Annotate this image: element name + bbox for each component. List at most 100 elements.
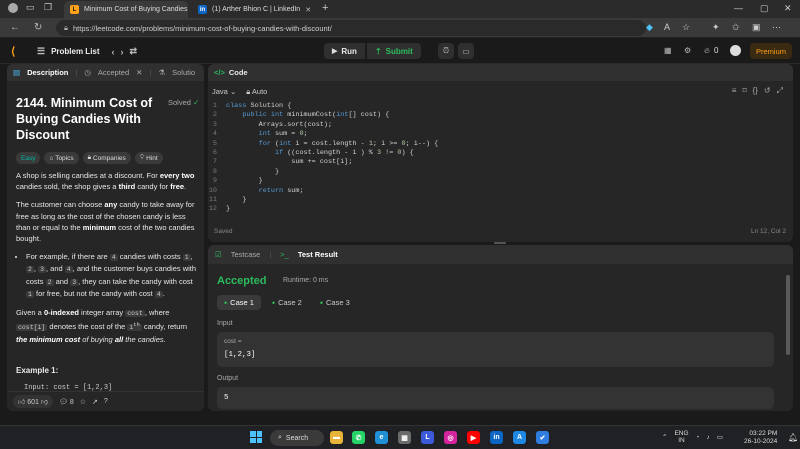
file-explorer-icon[interactable]: ▬ xyxy=(330,431,343,444)
edge-icon[interactable]: e xyxy=(375,431,388,444)
tab-actions-icon[interactable]: ❐ xyxy=(44,2,52,13)
code-line[interactable]: 7 sum += cost[i]; xyxy=(208,158,793,167)
case-2-tab[interactable]: • Case 2 xyxy=(265,295,309,310)
line-number: 8 xyxy=(212,167,217,176)
wifi-icon[interactable]: ◔ xyxy=(696,434,700,441)
topics-chip[interactable]: ⌂ Topics xyxy=(44,152,79,164)
help-icon[interactable]: ? xyxy=(104,398,108,405)
back-icon[interactable]: ← xyxy=(10,22,20,33)
submit-button[interactable]: ⇡ Submit xyxy=(366,43,421,59)
chevron-up-icon[interactable]: ⌃ xyxy=(662,433,667,441)
code-line[interactable]: 4 int sum = 0; xyxy=(208,130,793,139)
code-panel: </> Code Java ⌄ 🔒︎ Auto ≡ ⌑ {} ↺ ⤢ 1 clas… xyxy=(208,64,793,242)
close-icon[interactable]: ✕ xyxy=(136,68,142,77)
like-count: 601 xyxy=(27,399,39,406)
fullscreen-icon[interactable]: ⤢ xyxy=(777,86,783,96)
tab-description[interactable]: Description xyxy=(27,68,68,77)
browser-tab-leetcode[interactable]: L Minimum Cost of Buying Candies ✕ xyxy=(64,1,188,18)
resize-handle[interactable] xyxy=(494,242,506,244)
tab-testcase[interactable]: Testcase xyxy=(231,250,261,259)
instagram-icon[interactable]: ◎ xyxy=(444,431,457,444)
extensions-icon[interactable]: ✦ xyxy=(712,22,720,33)
linkedin-taskbar-icon[interactable]: in xyxy=(490,431,503,444)
volume-icon[interactable]: ♪ xyxy=(706,434,709,441)
star-icon[interactable]: ☆ xyxy=(80,398,86,406)
streak-fire-icon[interactable]: 🔥︎ xyxy=(704,46,710,56)
like-button[interactable]: 👍︎ 601 👎︎ xyxy=(13,395,54,408)
braces-icon[interactable]: {} xyxy=(753,86,758,96)
favorite-icon[interactable]: ☆ xyxy=(682,22,690,33)
leetcode-logo-icon[interactable]: ⟨ xyxy=(11,45,15,58)
format-icon[interactable]: ≡ xyxy=(732,86,737,96)
store-icon[interactable]: ▦ xyxy=(398,431,411,444)
code-line[interactable]: 10 return sum; xyxy=(208,187,793,196)
app-a-icon[interactable]: A xyxy=(513,431,526,444)
layout-icon[interactable]: ▦ xyxy=(664,46,672,55)
workspaces-icon[interactable]: ▭ xyxy=(26,2,35,13)
shuffle-icon[interactable]: ⇄ xyxy=(130,46,138,57)
tab-code[interactable]: Code xyxy=(229,68,248,77)
code-line[interactable]: 3 Arrays.sort(cost); xyxy=(208,121,793,130)
collections-icon[interactable]: ▣ xyxy=(752,22,761,33)
code-line[interactable]: 8 } xyxy=(208,168,793,177)
battery-icon[interactable]: ▭ xyxy=(717,433,723,441)
code-line[interactable]: 9 } xyxy=(208,177,793,186)
share-icon[interactable]: ↗ xyxy=(92,398,98,406)
tab-test-result[interactable]: Test Result xyxy=(298,250,338,259)
reset-icon[interactable]: ↺ xyxy=(764,86,771,96)
read-aloud-icon[interactable]: A xyxy=(664,22,670,32)
tab-accepted[interactable]: Accepted xyxy=(98,68,129,77)
problem-tags: Easy ⌂ Topics 🔒︎ Companies 💡︎ Hint xyxy=(16,152,163,164)
url-field[interactable]: 🔒︎ https://leetcode.com/problems/minimum… xyxy=(56,20,646,36)
search-icon: ⌕ xyxy=(278,434,282,441)
code-line[interactable]: 5 for (int i = cost.length - 1; i >= 0; … xyxy=(208,140,793,149)
next-problem-icon[interactable]: › xyxy=(121,47,124,57)
profile-icon[interactable] xyxy=(8,3,18,13)
code-line[interactable]: 1 class Solution { xyxy=(208,102,793,111)
hint-chip[interactable]: 💡︎ Hint xyxy=(134,152,163,164)
favorites-icon[interactable]: ✩ xyxy=(732,22,740,33)
code-editor[interactable]: 1 class Solution {2 public int minimumCos… xyxy=(208,102,793,215)
close-window-icon[interactable]: ✕ xyxy=(784,3,792,14)
new-tab-icon[interactable]: + xyxy=(322,2,328,14)
maximize-icon[interactable]: ▢ xyxy=(760,3,769,14)
thumbs-down-icon[interactable]: 👎︎ xyxy=(41,399,48,406)
shield-icon[interactable]: ◆ xyxy=(646,22,653,33)
close-icon[interactable]: ✕ xyxy=(305,6,311,14)
notes-icon[interactable]: ▭ xyxy=(458,43,474,59)
tab-solutions[interactable]: Solutio xyxy=(172,68,195,77)
youtube-icon[interactable]: ▶ xyxy=(467,431,480,444)
clock[interactable]: 03:22 PM 26-10-2024 xyxy=(744,430,777,446)
refresh-icon[interactable]: ↻ xyxy=(34,22,42,33)
more-icon[interactable]: ⋯ xyxy=(772,22,781,33)
list-icon: ☰ xyxy=(37,46,46,56)
case-3-tab[interactable]: • Case 3 xyxy=(313,295,357,310)
auto-mode[interactable]: 🔒︎ Auto xyxy=(246,87,267,97)
companies-chip[interactable]: 🔒︎ Companies xyxy=(82,152,131,164)
prev-problem-icon[interactable]: ‹ xyxy=(112,47,115,57)
case-1-tab[interactable]: • Case 1 xyxy=(217,295,261,310)
run-button[interactable]: ▶ Run xyxy=(324,43,365,59)
code-line[interactable]: 2 public int minimumCost(int[] cost) { xyxy=(208,111,793,120)
language-select[interactable]: Java ⌄ xyxy=(212,87,236,97)
language-indicator[interactable]: ENG IN xyxy=(674,430,688,444)
taskbar-search[interactable]: ⌕ Search xyxy=(270,430,324,446)
browser-tab-linkedin[interactable]: in (1) Arther Bhion C | LinkedIn ✕ xyxy=(192,1,316,18)
bookmark-icon[interactable]: ⌑ xyxy=(742,86,746,96)
code-line[interactable]: 6 if ((cost.length - i ) % 3 != 0) { xyxy=(208,149,793,158)
comments-button[interactable]: 💬︎ 8 xyxy=(59,398,74,406)
scrollbar[interactable] xyxy=(786,275,790,355)
timer-icon[interactable]: ⏰︎ xyxy=(438,43,454,59)
whatsapp-icon[interactable]: ✆ xyxy=(352,431,365,444)
avatar[interactable] xyxy=(730,45,741,56)
problem-list-link[interactable]: Problem List xyxy=(51,47,99,56)
app-l-icon[interactable]: L xyxy=(421,431,434,444)
todo-icon[interactable]: ✔ xyxy=(536,431,549,444)
premium-button[interactable]: Premium xyxy=(750,43,792,59)
settings-icon[interactable]: ⚙ xyxy=(684,46,691,55)
minimize-icon[interactable]: — xyxy=(734,3,743,13)
notification-icon[interactable]: 🔔︎ xyxy=(788,433,798,442)
code-line[interactable]: 11 } xyxy=(208,196,793,205)
windows-start-icon[interactable] xyxy=(250,431,262,443)
code-line[interactable]: 12} xyxy=(208,205,793,214)
